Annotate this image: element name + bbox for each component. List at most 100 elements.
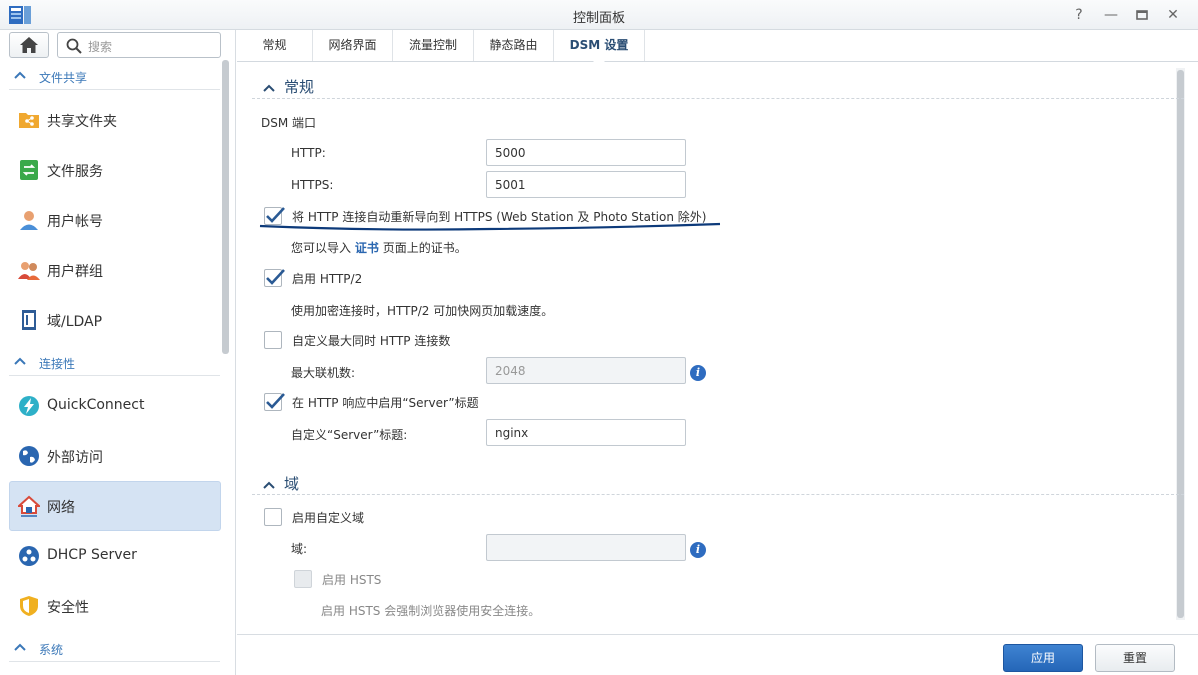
sidebar-item-label: 外部访问 [47, 450, 103, 466]
section-divider [252, 98, 1184, 99]
sidebar-item-label: QuickConnect [47, 397, 145, 413]
section-general-header[interactable]: 常规 [262, 76, 314, 97]
cert-hint: 您可以导入 证书 页面上的证书。 [291, 239, 467, 256]
server-header-checkbox[interactable] [264, 393, 285, 411]
domain-ldap-icon [22, 310, 36, 330]
sidebar-item-external-access[interactable]: 外部访问 [9, 431, 221, 481]
home-button[interactable] [9, 32, 49, 58]
hsts-label[interactable]: 启用 HSTS [322, 571, 381, 588]
tab-static-route[interactable]: 静态路由 [474, 30, 554, 61]
sidebar-item-dhcp-server[interactable]: DHCP Server [9, 531, 221, 581]
https-label: HTTPS: [291, 178, 334, 192]
globe-icon [19, 446, 39, 466]
sidebar-item-security[interactable]: 安全性 [9, 581, 221, 631]
tab-traffic-control[interactable]: 流量控制 [393, 30, 474, 61]
tab-network-interface[interactable]: 网络界面 [313, 30, 393, 61]
chevron-up-icon [14, 643, 26, 651]
chevron-up-icon [14, 71, 26, 79]
minimize-button[interactable]: — [1100, 5, 1122, 25]
close-button[interactable]: ✕ [1162, 5, 1184, 25]
certificate-link[interactable]: 证书 [355, 241, 379, 255]
http2-label[interactable]: 启用 HTTP/2 [292, 270, 362, 287]
section-connectivity[interactable]: 连接性 [9, 348, 220, 376]
search-input[interactable]: 搜索 [57, 32, 221, 58]
annotation-underline [259, 222, 721, 231]
file-services-icon [20, 160, 38, 180]
sidebar-item-quickconnect[interactable]: QuickConnect [9, 381, 221, 431]
tab-label: 静态路由 [489, 38, 538, 52]
sidebar-item-user-account[interactable]: 用户帐号 [9, 195, 221, 245]
tab-general[interactable]: 常规 [237, 30, 313, 61]
footer-bar: 应用 重置 [237, 634, 1198, 675]
http-port-input[interactable]: 5000 [486, 139, 686, 166]
section-label: 文件共享 [39, 71, 88, 85]
domain-label: 域: [291, 542, 308, 556]
shield-icon [20, 596, 38, 616]
sidebar-item-user-group[interactable]: 用户群组 [9, 245, 221, 295]
max-connections-input[interactable]: 2048 [486, 357, 686, 384]
network-home-icon [18, 495, 40, 517]
maximize-icon [1136, 10, 1148, 20]
section-system[interactable]: 系统 [9, 634, 220, 662]
hsts-description: 启用 HSTS 会强制浏览器使用安全连接。 [321, 604, 541, 618]
tab-label: 网络界面 [328, 38, 377, 52]
chevron-up-icon [263, 481, 275, 489]
info-icon[interactable]: i [690, 365, 706, 381]
sidebar-item-label: 共享文件夹 [47, 114, 117, 130]
reset-button[interactable]: 重置 [1095, 644, 1175, 672]
home-icon [20, 37, 38, 53]
custom-server-input[interactable]: nginx [486, 419, 686, 446]
info-icon[interactable]: i [690, 542, 706, 558]
sidebar-item-domain-ldap[interactable]: 域/LDAP [9, 295, 221, 345]
dsm-port-label: DSM 端口 [261, 116, 317, 130]
sidebar-item-network[interactable]: 网络 [9, 481, 221, 531]
maximize-button[interactable] [1131, 5, 1153, 25]
https-port-input[interactable]: 5001 [486, 171, 686, 198]
section-domain-header[interactable]: 域 [262, 473, 299, 494]
chevron-up-icon [263, 84, 275, 92]
quickconnect-icon [19, 396, 39, 416]
custom-domain-checkbox[interactable] [264, 508, 282, 526]
sidebar-item-label: 网络 [47, 500, 75, 516]
apply-button[interactable]: 应用 [1003, 644, 1083, 672]
max-connections-label: 最大联机数: [291, 366, 356, 380]
section-title: 域 [284, 475, 300, 493]
tab-label: 流量控制 [408, 38, 457, 52]
section-label: 连接性 [39, 357, 76, 371]
cert-hint-prefix: 您可以导入 [291, 241, 352, 255]
custom-max-connections-checkbox[interactable] [264, 331, 282, 349]
window-title: 控制面板 [572, 11, 625, 26]
content-scrollbar[interactable] [1177, 70, 1184, 618]
sidebar-item-file-services[interactable]: 文件服务 [9, 145, 221, 195]
search-icon [66, 38, 82, 54]
sidebar-item-label: 用户帐号 [47, 214, 103, 230]
domain-input[interactable] [486, 534, 686, 561]
section-label: 系统 [39, 643, 64, 657]
sidebar-item-label: 安全性 [47, 600, 89, 616]
sidebar-scrollbar[interactable] [222, 60, 229, 354]
custom-max-connections-label[interactable]: 自定义最大同时 HTTP 连接数 [292, 332, 450, 349]
help-button[interactable]: ? [1068, 5, 1090, 25]
sidebar-item-shared-folder[interactable]: 共享文件夹 [9, 95, 221, 145]
custom-server-label: 自定义“Server”标题: [291, 428, 408, 442]
section-file-sharing[interactable]: 文件共享 [9, 62, 220, 90]
tab-label: DSM 设置 [569, 38, 629, 52]
sidebar-item-label: DHCP Server [47, 547, 137, 563]
section-title: 常规 [284, 78, 315, 96]
custom-domain-label[interactable]: 启用自定义域 [292, 509, 364, 526]
sidebar-item-label: 文件服务 [47, 164, 103, 180]
http-label: HTTP: [291, 146, 326, 160]
server-header-label[interactable]: 在 HTTP 响应中启用“Server”标题 [292, 394, 479, 411]
tab-bar: 常规 网络界面 流量控制 静态路由 DSM 设置 [237, 30, 1198, 62]
shared-folder-icon [19, 113, 39, 128]
user-icon [20, 211, 38, 230]
cert-hint-suffix: 页面上的证书。 [382, 241, 467, 255]
http2-description: 使用加密连接时，HTTP/2 可加快网页加载速度。 [291, 304, 554, 318]
title-bar: 控制面板 ? — ✕ [0, 0, 1198, 30]
hsts-checkbox[interactable] [294, 570, 312, 588]
http2-checkbox[interactable] [264, 269, 285, 287]
tab-label: 常规 [262, 38, 287, 52]
user-group-icon [18, 262, 40, 280]
section-divider [252, 494, 1184, 495]
sidebar-item-label: 域/LDAP [47, 314, 103, 330]
